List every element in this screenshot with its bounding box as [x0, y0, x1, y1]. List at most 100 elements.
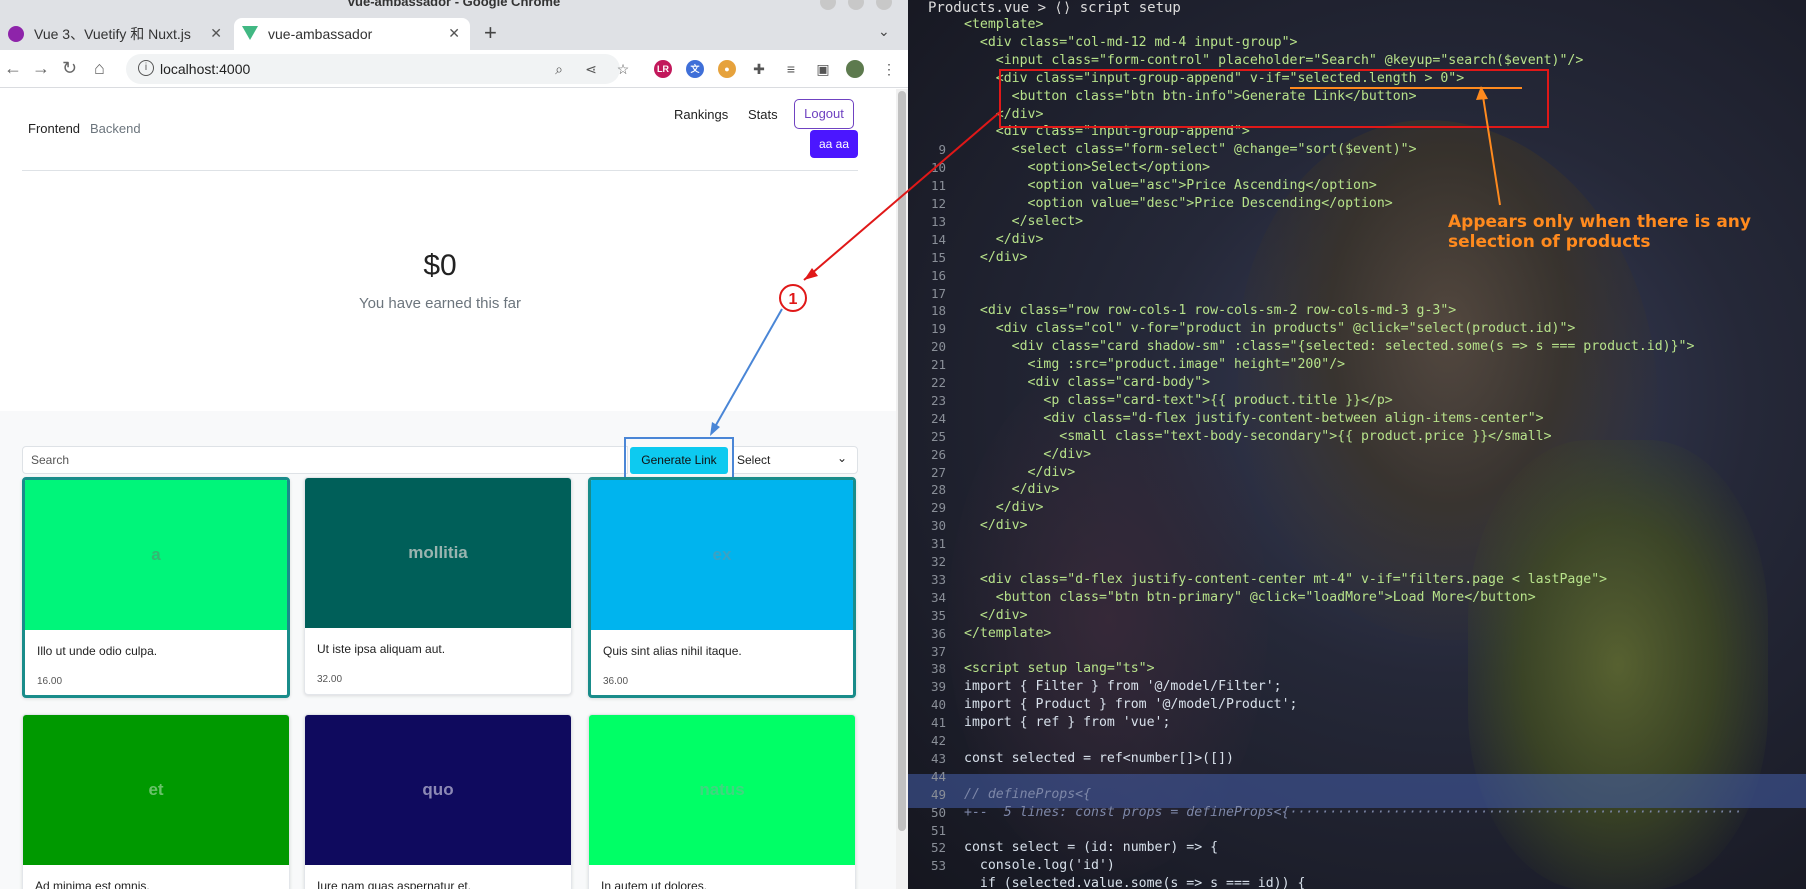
code-line: console.log('id'): [964, 858, 1115, 874]
tab-vue-vuetify[interactable]: Vue 3、Vuetify 和 Nuxt.js ✕: [0, 18, 232, 50]
line-number: 34: [930, 589, 946, 605]
code-line: <div class="d-flex justify-content-cente…: [964, 571, 1608, 587]
nav-backend-link[interactable]: Backend: [90, 121, 141, 136]
tab-label: Vue 3、Vuetify 和 Nuxt.js: [34, 26, 191, 42]
product-image: a: [25, 480, 287, 630]
code-line: const select = (id: number) => {: [964, 840, 1219, 856]
product-card[interactable]: natus In autem ut dolores.: [588, 714, 856, 889]
code-line: <template>: [964, 17, 1044, 32]
forward-icon[interactable]: →: [32, 58, 50, 79]
tab-search-chevron-icon[interactable]: ⌄: [878, 23, 890, 40]
code-line: <div class="card-body">: [964, 375, 1211, 390]
product-image-text: ex: [712, 545, 732, 564]
product-image-text: mollitia: [408, 543, 468, 562]
code-line: if (selected.value.some(s => s === id)) …: [964, 876, 1306, 889]
code-line: <button class="btn btn-info">Generate Li…: [964, 88, 1417, 104]
line-number: 19: [930, 321, 946, 337]
product-price: 16.00: [37, 676, 63, 687]
extensions-puzzle-icon[interactable]: ✚: [750, 60, 768, 78]
line-number: 44: [930, 768, 946, 784]
code-line: </div>: [964, 607, 1028, 623]
line-number: 35: [930, 607, 946, 623]
product-image: ex: [591, 480, 853, 630]
reload-icon[interactable]: ↻: [62, 58, 77, 79]
media-list-icon[interactable]: ≡: [782, 60, 800, 78]
tab-vue-ambassador[interactable]: vue-ambassador ✕: [234, 18, 470, 50]
editor-breadcrumb: Products.vue > ⟨⟩ script setup: [928, 0, 1181, 16]
scrollbar-thumb[interactable]: [898, 91, 906, 831]
product-image: quo: [305, 715, 571, 865]
line-number: 21: [930, 357, 946, 373]
code-line: const selected = ref<number[]>([]): [964, 750, 1234, 766]
page-scrollbar[interactable]: [896, 89, 908, 889]
line-number: 13: [930, 213, 946, 229]
product-card[interactable]: ex Quis sint alias nihil itaque. 36.00: [588, 477, 856, 698]
new-tab-button[interactable]: +: [484, 20, 497, 46]
logout-button[interactable]: Logout: [794, 99, 854, 129]
line-number: 39: [930, 679, 946, 695]
line-number: 25: [930, 428, 946, 444]
product-image-text: quo: [422, 780, 454, 799]
product-image: et: [23, 715, 289, 865]
product-image: mollitia: [305, 478, 571, 628]
close-tab-icon[interactable]: ✕: [210, 25, 222, 42]
earned-amount: $0: [423, 249, 457, 282]
line-number: 43: [930, 750, 946, 766]
window-title: vue-ambassador - Google Chrome: [347, 0, 561, 9]
nav-frontend-link[interactable]: Frontend: [28, 121, 80, 136]
search-input[interactable]: Search: [22, 446, 628, 474]
product-title: Ut iste ipsa aliquam aut.: [317, 642, 446, 656]
line-number: 20: [930, 339, 946, 355]
nav-rankings-link[interactable]: Rankings: [674, 107, 728, 122]
line-number: 11: [930, 178, 946, 194]
extension-cookie-icon[interactable]: ●: [718, 60, 736, 78]
product-title: Illo ut unde odio culpa.: [37, 644, 158, 658]
nav-stats-link[interactable]: Stats: [748, 107, 778, 122]
bookmark-star-icon[interactable]: ☆: [614, 60, 632, 78]
site-info-icon[interactable]: i: [138, 60, 154, 76]
extension-translate-icon[interactable]: 文: [686, 60, 704, 78]
line-number: 42: [930, 733, 946, 748]
code-editor: Products.vue > ⟨⟩ script setup Appears o…: [908, 0, 1806, 889]
profile-avatar[interactable]: [846, 60, 864, 78]
line-number: 30: [930, 518, 946, 534]
code-pane[interactable]: Products.vue > ⟨⟩ script setup Appears o…: [908, 0, 1806, 889]
product-image-text: a: [151, 545, 161, 564]
code-line: <img :src="product.image" height="200"/>: [964, 357, 1346, 373]
code-line: <option value="asc">Price Ascending</opt…: [964, 178, 1377, 194]
product-image: natus: [589, 715, 855, 865]
code-line: <small class="text-body-secondary">{{ pr…: [964, 428, 1552, 444]
close-tab-icon[interactable]: ✕: [448, 25, 460, 42]
back-icon[interactable]: ←: [4, 58, 22, 79]
side-panel-icon[interactable]: ▣: [814, 60, 832, 78]
product-title: Ad minima est omnis.: [35, 879, 150, 889]
code-line: <div class="col" v-for="product in produ…: [964, 321, 1576, 337]
code-line: <div class="col-md-12 md-4 input-group">: [964, 34, 1298, 50]
line-number: 40: [930, 697, 946, 713]
code-line: <div class="input-group-append" v-if="se…: [964, 70, 1465, 86]
address-bar[interactable]: i localhost:4000: [126, 54, 620, 84]
product-card[interactable]: quo Iure nam quas aspernatur et.: [304, 714, 572, 889]
browser-menu-icon[interactable]: ⋮: [880, 60, 898, 78]
extension-lr-icon[interactable]: LR: [654, 60, 672, 78]
product-card[interactable]: et Ad minima est omnis.: [22, 714, 290, 889]
url-text: localhost:4000: [160, 61, 251, 77]
zoom-icon[interactable]: ⌕: [550, 60, 568, 78]
home-icon[interactable]: ⌂: [94, 58, 105, 79]
product-image-text: natus: [699, 780, 745, 799]
line-number: 23: [930, 392, 946, 408]
earned-caption: You have earned this far: [358, 295, 522, 312]
user-profile-button[interactable]: aa aa: [810, 130, 858, 158]
code-line: <select class="form-select" @change="sor…: [964, 142, 1417, 158]
code-line: <option value="desc">Price Descending</o…: [964, 196, 1393, 211]
code-line: <div class="card shadow-sm" :class="{sel…: [964, 339, 1695, 355]
product-card[interactable]: mollitia Ut iste ipsa aliquam aut. 32.00: [304, 477, 572, 695]
product-card[interactable]: a Illo ut unde odio culpa. 16.00: [22, 477, 290, 698]
sort-select[interactable]: Select ⌄: [732, 446, 858, 474]
share-icon[interactable]: ⋖: [582, 60, 600, 78]
code-line: </template>: [964, 625, 1052, 641]
code-line: <div class="row row-cols-1 row-cols-sm-2…: [964, 303, 1457, 319]
line-number: 28: [930, 482, 946, 498]
code-line: import { Product } from '@/model/Product…: [964, 697, 1298, 713]
line-number: 49: [930, 786, 946, 802]
